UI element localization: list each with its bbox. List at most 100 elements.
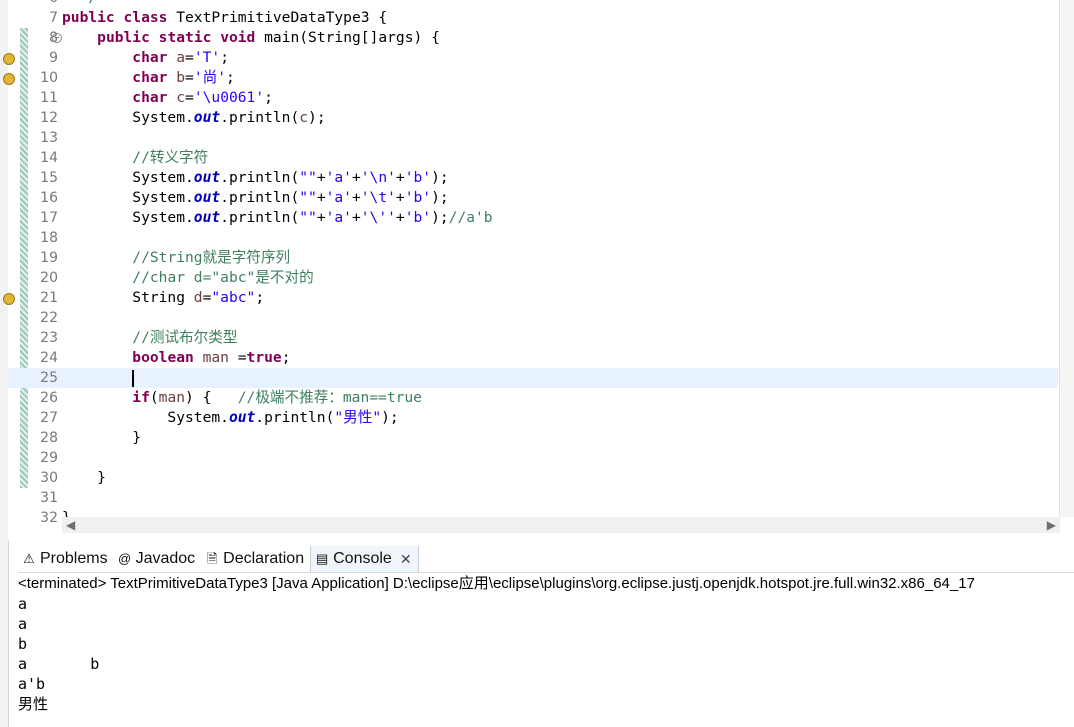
line-number: 25 [40, 370, 58, 386]
tab-declaration-label: Declaration [223, 550, 305, 567]
line-number: 28 [40, 430, 58, 446]
line-number: 31 [40, 490, 58, 506]
line-number: 17 [40, 210, 58, 226]
line-number: 26 [40, 390, 58, 406]
line-number: 20 [40, 270, 58, 286]
code-line[interactable]: 8− public static void main(String[]args)… [8, 28, 1058, 48]
scroll-right-icon[interactable]: ▶ [1047, 517, 1056, 533]
code-line[interactable]: 20 //char d="abc"是不对的 [8, 268, 1058, 288]
line-number: 9 [49, 50, 58, 66]
line-code[interactable]: System.out.println(""+'a'+'\''+'b');//a'… [62, 208, 492, 228]
javadoc-icon: @ [117, 551, 132, 566]
code-line[interactable]: 23 //测试布尔类型 [8, 328, 1058, 348]
line-number: 11 [40, 90, 58, 106]
line-code[interactable]: if(man) { //极端不推荐：man==true [62, 388, 422, 408]
line-number: 10 [40, 70, 58, 86]
line-number: 13 [40, 130, 58, 146]
tab-javadoc[interactable]: @ Javadoc [114, 546, 202, 572]
code-line[interactable]: 18 [8, 228, 1058, 248]
tab-console[interactable]: ▤ Console ✕ [310, 546, 419, 572]
console-line: a b [18, 655, 100, 673]
line-number: 29 [40, 450, 58, 466]
warning-marker-icon[interactable] [3, 53, 15, 65]
code-line[interactable]: 15 System.out.println(""+'a'+'\n'+'b'); [8, 168, 1058, 188]
line-number: 18 [40, 230, 58, 246]
line-code[interactable]: System.out.println(c); [62, 108, 325, 128]
code-editor[interactable]: 6 */7public class TextPrimitiveDataType3… [3, 0, 1074, 540]
code-line[interactable]: 12 System.out.println(c); [8, 108, 1058, 128]
line-code[interactable]: //char d="abc"是不对的 [62, 268, 313, 288]
console-line: a'b [18, 675, 46, 693]
line-code[interactable]: public static void main(String[]args) { [62, 28, 440, 48]
problems-icon: ⚠ [23, 551, 35, 566]
line-code[interactable]: System.out.println(""+'a'+'\n'+'b'); [62, 168, 448, 188]
line-number: 27 [40, 410, 58, 426]
code-line[interactable]: 26 if(man) { //极端不推荐：man==true [8, 388, 1058, 408]
line-number: 30 [40, 470, 58, 486]
code-line[interactable]: 16 System.out.println(""+'a'+'\t'+'b'); [8, 188, 1058, 208]
line-code[interactable]: char c='\u0061'; [62, 88, 273, 108]
code-line[interactable]: 29 [8, 448, 1058, 468]
line-number: 16 [40, 190, 58, 206]
tab-problems-label: Problems [40, 550, 108, 567]
vertical-scrollbar[interactable] [1059, 0, 1074, 517]
fold-toggle-icon[interactable]: − [52, 33, 62, 43]
code-line[interactable]: 24 boolean man =true; [8, 348, 1058, 368]
console-line: b [18, 635, 28, 653]
code-line[interactable]: 25 [8, 368, 1058, 388]
bottom-view-tabs: ⚠ Problems @ Javadoc 🗎 Declaration ▤ Con… [18, 546, 1074, 572]
line-code[interactable]: } [62, 428, 141, 448]
line-code[interactable]: System.out.println(""+'a'+'\t'+'b'); [62, 188, 448, 208]
line-number: 14 [40, 150, 58, 166]
console-output[interactable]: aaba b a'b 男性 [18, 594, 1074, 727]
line-number: 15 [40, 170, 58, 186]
code-line[interactable]: 22 [8, 308, 1058, 328]
warning-marker-icon[interactable] [3, 293, 15, 305]
line-code[interactable]: public class TextPrimitiveDataType3 { [62, 8, 387, 28]
line-code[interactable]: System.out.println("男性"); [62, 408, 398, 428]
warning-marker-icon[interactable] [3, 73, 15, 85]
tab-console-label: Console [333, 550, 392, 567]
line-code[interactable] [62, 368, 135, 388]
code-line[interactable]: 10 char b='尚'; [3, 68, 1058, 88]
line-code[interactable]: */ [62, 0, 98, 8]
line-code[interactable]: boolean man =true; [62, 348, 290, 368]
line-number: 7 [49, 10, 58, 26]
code-line[interactable]: 31 [8, 488, 1058, 508]
line-code[interactable]: char b='尚'; [62, 68, 235, 88]
line-number: 22 [40, 310, 58, 326]
code-line[interactable]: 9 char a='T'; [3, 48, 1058, 68]
console-icon: ▤ [315, 551, 329, 566]
code-line[interactable]: 13 [8, 128, 1058, 148]
tab-problems[interactable]: ⚠ Problems [18, 546, 114, 572]
code-line[interactable]: 7 public class TextPrimitiveDataType3 { [8, 8, 1058, 28]
line-code[interactable]: //String就是字符序列 [62, 248, 290, 268]
code-line[interactable]: 27 System.out.println("男性"); [8, 408, 1058, 428]
horizontal-scrollbar[interactable]: ◀ ▶ [62, 517, 1060, 533]
tab-javadoc-label: Javadoc [135, 550, 196, 567]
line-number: 23 [40, 330, 58, 346]
line-number: 24 [40, 350, 58, 366]
code-line[interactable]: 6 */ [8, 0, 1058, 8]
code-line[interactable]: 14 //转义字符 [8, 148, 1058, 168]
line-code[interactable]: String d="abc"; [62, 288, 264, 308]
code-line[interactable]: 21 String d="abc"; [3, 288, 1058, 308]
close-icon[interactable]: ✕ [400, 551, 412, 568]
tab-declaration[interactable]: 🗎 Declaration [201, 546, 310, 572]
line-code[interactable]: } [62, 468, 106, 488]
line-number: 19 [40, 250, 58, 266]
line-code[interactable]: char a='T'; [62, 48, 229, 68]
scroll-left-icon[interactable]: ◀ [66, 517, 75, 533]
line-code[interactable]: //测试布尔类型 [62, 328, 237, 348]
line-number: 12 [40, 110, 58, 126]
line-number: 21 [40, 290, 58, 306]
console-line: 男性 [18, 695, 49, 713]
code-line[interactable]: 11 char c='\u0061'; [8, 88, 1058, 108]
code-line[interactable]: 30 } [8, 468, 1058, 488]
code-line[interactable]: 19 //String就是字符序列 [8, 248, 1058, 268]
line-code[interactable]: //转义字符 [62, 148, 208, 168]
declaration-icon: 🗎 [206, 551, 218, 566]
code-line[interactable]: 17 System.out.println(""+'a'+'\''+'b');/… [8, 208, 1058, 228]
code-line[interactable]: 28 } [8, 428, 1058, 448]
line-number: 6 [26, 0, 58, 8]
